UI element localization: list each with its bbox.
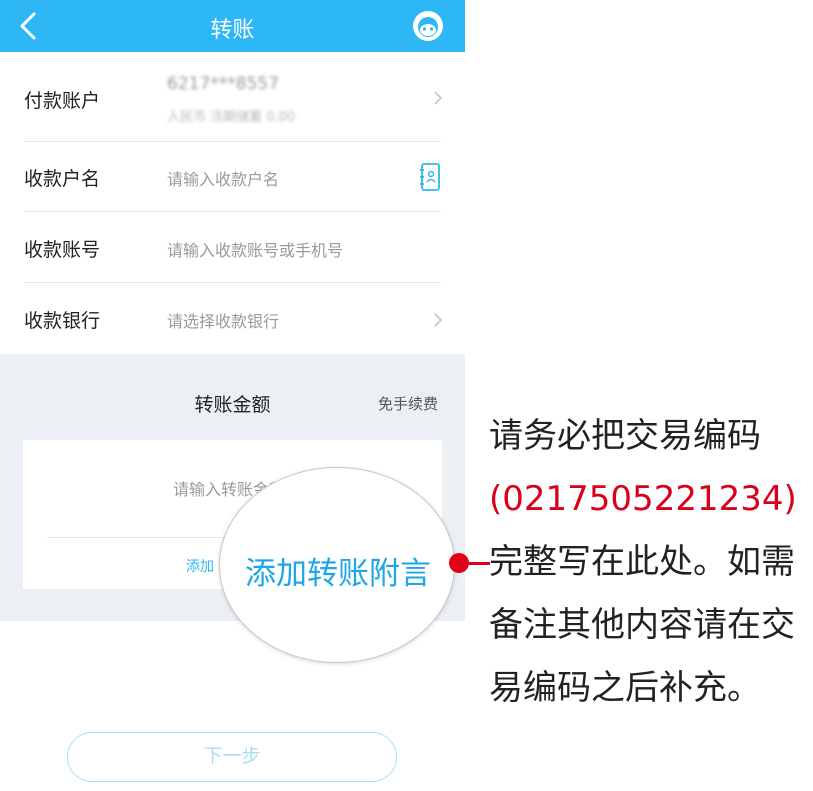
payee-account-input[interactable]: 请输入收款账号或手机号	[167, 237, 343, 261]
fee-free-label: 免手续费	[378, 395, 439, 413]
add-note-link[interactable]: 添加	[186, 556, 214, 576]
payer-account-number: 6217***8557	[167, 74, 280, 94]
note-text-2: 完整写在此处。如需备注其他内容请在交易编码之后补充。	[489, 542, 795, 708]
transaction-code: (0217505221234)	[489, 479, 797, 519]
contact-book-icon[interactable]	[418, 162, 442, 192]
next-step-button[interactable]: 下一步	[67, 732, 397, 782]
payer-balance: 人民币 活期储蓄 0.00	[167, 110, 296, 125]
instruction-note: 请务必把交易编码 (0217505221234) 完整写在此处。如需备注其他内容请在…	[489, 405, 813, 720]
payer-account-label: 付款账户	[24, 90, 101, 112]
customer-service-icon	[413, 11, 443, 41]
chevron-right-icon	[434, 91, 443, 105]
payee-name-row: 收款户名 请输入收款户名	[0, 142, 465, 212]
payee-account-label: 收款账号	[24, 239, 101, 261]
customer-service-button[interactable]	[411, 9, 445, 43]
page-title: 转账	[210, 18, 255, 43]
add-transfer-note-link[interactable]: 添加转账附言	[220, 548, 456, 593]
payee-bank-label: 收款银行	[24, 310, 101, 332]
app-header: 转账	[0, 0, 465, 52]
chevron-right-icon	[434, 313, 443, 327]
payee-name-input[interactable]: 请输入收款户名	[167, 166, 279, 190]
pointer-line	[466, 562, 490, 565]
note-text-1: 请务必把交易编码	[489, 416, 761, 456]
payee-bank-row[interactable]: 收款银行 请选择收款银行	[0, 284, 465, 354]
divider	[24, 211, 441, 212]
payee-name-label: 收款户名	[24, 168, 101, 190]
phone-screen: 转账 付款账户 6217***8557 人民币 活期储蓄 0.00 收款户名 请…	[0, 0, 465, 791]
payee-bank-select[interactable]: 请选择收款银行	[167, 308, 279, 332]
magnifier-callout: 添加转账附言	[219, 467, 455, 663]
payee-account-row: 收款账号 请输入收款账号或手机号	[0, 213, 465, 283]
divider	[24, 282, 441, 283]
payer-account-row[interactable]: 付款账户 6217***8557 人民币 活期储蓄 0.00	[0, 52, 465, 142]
